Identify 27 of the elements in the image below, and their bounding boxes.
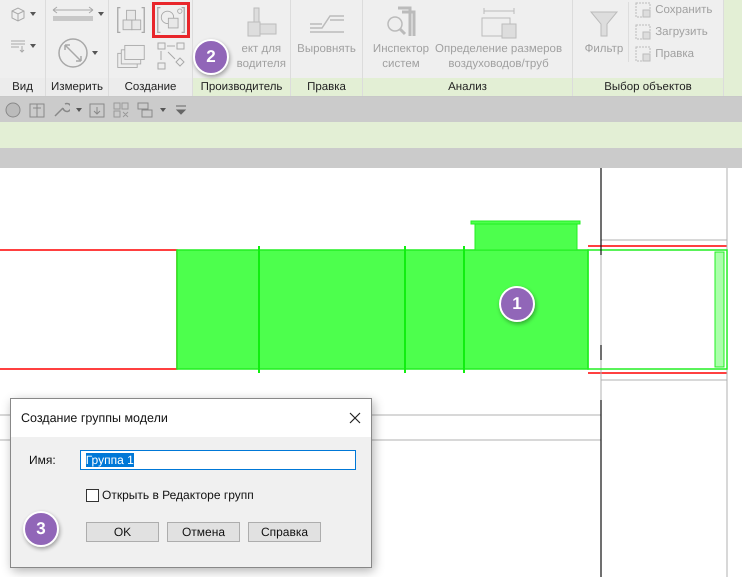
- grid-delete-icon[interactable]: [112, 100, 130, 118]
- panel-label: Правка: [291, 78, 362, 96]
- panel-label: Производитель: [193, 78, 290, 96]
- panel-label: Выбор объектов: [573, 78, 723, 96]
- name-input-field[interactable]: Группа 1: [80, 450, 356, 470]
- checkbox-label[interactable]: Открыть в Редакторе групп: [102, 488, 254, 502]
- dialog-button[interactable]: Справка: [248, 522, 321, 542]
- checkbox[interactable]: [86, 488, 99, 502]
- dialog-button[interactable]: Отмена: [167, 522, 240, 542]
- flow-diagram-icon[interactable]: [156, 41, 186, 71]
- close-icon[interactable]: [349, 412, 361, 424]
- dropdown-arrow-icon[interactable]: [76, 108, 82, 112]
- import-icon[interactable]: [88, 100, 106, 118]
- panel-label: Анализ: [363, 78, 572, 96]
- sphere-icon[interactable]: [4, 100, 22, 118]
- dialog-title: Создание группы модели: [21, 411, 168, 425]
- sheet-icon[interactable]: [28, 100, 46, 118]
- model-group-icon[interactable]: [156, 5, 186, 35]
- dropdown-arrow-icon[interactable]: [98, 12, 104, 16]
- dropdown-arrow-icon[interactable]: [92, 51, 98, 55]
- dialog-button[interactable]: OK: [86, 522, 159, 542]
- dropdown-arrow-icon[interactable]: [30, 12, 36, 16]
- windows-icon[interactable]: [136, 100, 154, 118]
- cubes-icon[interactable]: [116, 5, 146, 35]
- name-label: Имя:: [29, 453, 56, 467]
- dropdown-arrow-icon[interactable]: [30, 44, 36, 48]
- dropdown-arrow-icon[interactable]: [160, 108, 166, 112]
